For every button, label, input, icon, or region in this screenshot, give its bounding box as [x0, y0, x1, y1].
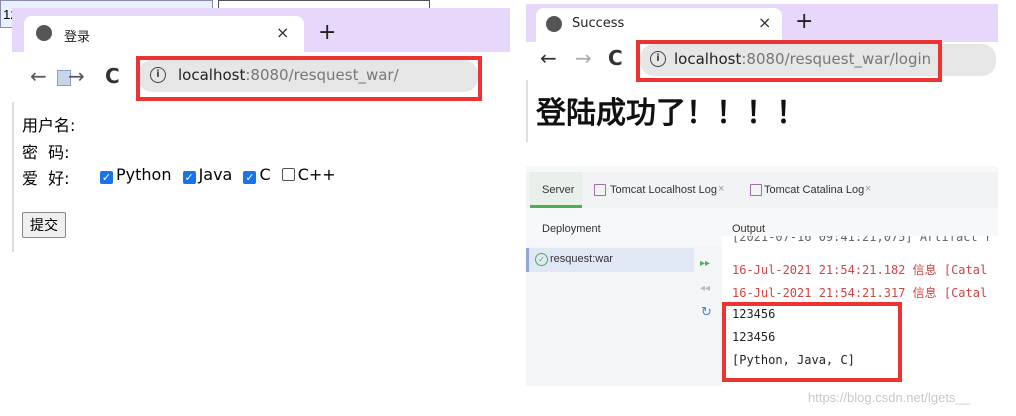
right-url-highlight — [636, 40, 942, 82]
output-header: Output — [732, 223, 766, 235]
close-icon[interactable]: × — [718, 183, 724, 195]
back-arrow-icon[interactable]: ← — [540, 46, 557, 70]
hobby-checkboxes: ✓ Python ✓ Java ✓ C C++ — [100, 165, 336, 184]
new-tab-button[interactable]: + — [318, 20, 336, 45]
watermark: https://blog.csdn.net/lgets__ — [808, 390, 970, 405]
output-highlight — [722, 302, 902, 382]
forward-arrow-icon[interactable]: → — [575, 46, 592, 70]
check-circle-icon: ✓ — [535, 253, 548, 266]
close-icon[interactable]: × — [865, 183, 871, 195]
right-page-divider — [526, 80, 528, 142]
checkbox-checked[interactable]: ✓ — [243, 171, 257, 184]
ide-tab-localhost-log[interactable]: Tomcat Localhost Log × — [592, 172, 732, 208]
checkbox-checked[interactable]: ✓ — [100, 171, 113, 184]
output-line: 16-Jul-2021 21:54:21.317 信息 [Catal — [732, 286, 988, 300]
password-label: 密 码: — [22, 143, 70, 162]
deployment-item[interactable]: ✓ resquest:war — [526, 248, 694, 272]
hobby-label: 爱 好: — [22, 169, 70, 188]
close-icon[interactable]: × — [276, 23, 289, 42]
ide-tab-server[interactable]: Server — [530, 172, 582, 208]
left-url-highlight — [136, 56, 482, 101]
hobby-python[interactable]: ✓ Python — [100, 165, 171, 184]
output-line: [2021-07-16 09:41:21,075] Artifact r — [732, 236, 993, 244]
terminal-icon — [750, 184, 762, 196]
tab-title: Success — [572, 16, 625, 31]
left-page-divider — [12, 102, 14, 252]
reload-icon[interactable]: C — [105, 64, 120, 88]
hobby-c[interactable]: ✓ C — [243, 165, 271, 184]
username-label: 用户名: — [22, 116, 76, 135]
submit-button[interactable]: 提交 — [22, 212, 66, 238]
stop-icon[interactable]: ◂◂ — [700, 283, 710, 294]
checkbox-checked[interactable]: ✓ — [182, 171, 196, 184]
refresh-icon[interactable]: ↻ — [701, 305, 712, 320]
deployment-header: Deployment — [542, 223, 601, 235]
ide-tab-catalina-log[interactable]: Tomcat Catalina Log × — [748, 172, 878, 208]
globe-icon — [36, 25, 52, 41]
left-tab-login[interactable]: 登录 × — [24, 16, 304, 52]
redeploy-icon[interactable]: ▸▸ — [700, 258, 710, 269]
terminal-icon — [594, 184, 606, 196]
hobby-cpp[interactable]: C++ — [281, 165, 336, 184]
right-tab-success[interactable]: Success × — [536, 8, 782, 42]
checkbox-unchecked[interactable] — [281, 168, 295, 181]
globe-icon — [546, 16, 562, 32]
tab-title: 登录 — [64, 30, 91, 45]
back-arrow-icon[interactable]: ← — [30, 64, 47, 88]
output-line: 16-Jul-2021 21:54:21.182 信息 [Catal — [732, 263, 988, 277]
forward-arrow-icon[interactable]: → — [68, 64, 85, 88]
new-tab-button[interactable]: + — [795, 9, 813, 34]
reload-icon[interactable]: C — [608, 46, 623, 70]
close-icon[interactable]: × — [758, 13, 771, 32]
success-heading: 登陆成功了！！！！ — [536, 96, 806, 131]
hobby-java[interactable]: ✓ Java — [182, 165, 232, 184]
